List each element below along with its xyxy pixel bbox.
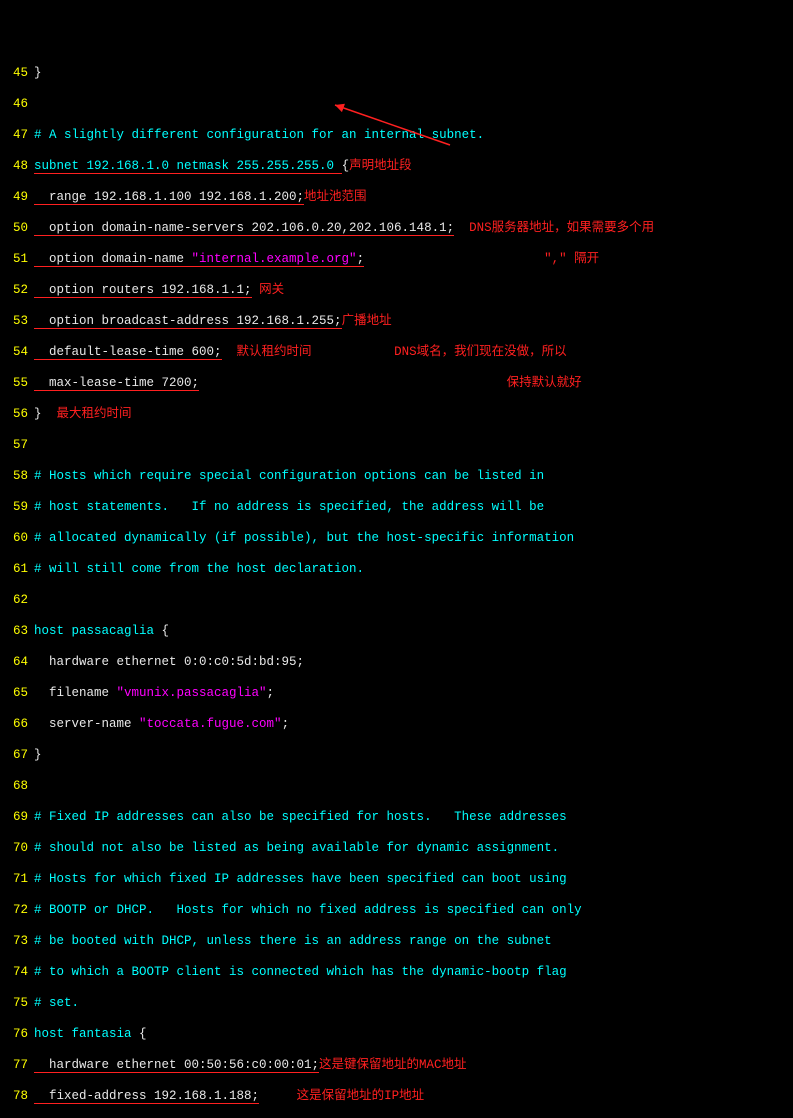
code-line: 50 option domain-name-servers 202.106.0.… bbox=[6, 221, 787, 237]
line-number: 62 bbox=[6, 593, 28, 609]
line-number: 68 bbox=[6, 779, 28, 795]
line-number: 49 bbox=[6, 190, 28, 206]
line-number: 50 bbox=[6, 221, 28, 237]
line-number: 64 bbox=[6, 655, 28, 671]
comment: # Hosts for which fixed IP addresses hav… bbox=[34, 872, 567, 886]
line-number: 51 bbox=[6, 252, 28, 268]
comment: # should not also be listed as being ava… bbox=[34, 841, 559, 855]
annotation: 这是键保留地址的MAC地址 bbox=[319, 1058, 467, 1072]
comment: # allocated dynamically (if possible), b… bbox=[34, 531, 574, 545]
comment: # to which a BOOTP client is connected w… bbox=[34, 965, 567, 979]
code-line: 56} 最大租约时间 bbox=[6, 407, 787, 423]
annotation: "," 隔开 bbox=[544, 252, 599, 266]
line-number: 45 bbox=[6, 66, 28, 82]
annotation: 网关 bbox=[259, 283, 284, 297]
comment: # A slightly different configuration for… bbox=[34, 128, 484, 142]
annotation: 保持默认就好 bbox=[507, 376, 582, 390]
code-line: 65 filename "vmunix.passacaglia"; bbox=[6, 686, 787, 702]
line-number: 59 bbox=[6, 500, 28, 516]
code-line: 66 server-name "toccata.fugue.com"; bbox=[6, 717, 787, 733]
comment: # host statements. If no address is spec… bbox=[34, 500, 544, 514]
code-line: 60 # allocated dynamically (if possible),… bbox=[6, 531, 787, 547]
line-number: 76 bbox=[6, 1027, 28, 1043]
line-number: 61 bbox=[6, 562, 28, 578]
code-line: 58 # Hosts which require special configur… bbox=[6, 469, 787, 485]
line-number: 58 bbox=[6, 469, 28, 485]
annotation: 默认租约时间 bbox=[237, 345, 312, 359]
code-line: 76host fantasia { bbox=[6, 1027, 787, 1043]
code-line: 57 bbox=[6, 438, 787, 454]
code-line: 78 fixed-address 192.168.1.188; 这是保留地址的I… bbox=[6, 1089, 787, 1105]
code-line: 52 option routers 192.168.1.1; 网关 bbox=[6, 283, 787, 299]
annotation: 广播地址 bbox=[342, 314, 392, 328]
line-number: 73 bbox=[6, 934, 28, 950]
code-line: 48subnet 192.168.1.0 netmask 255.255.255… bbox=[6, 159, 787, 175]
line-number: 60 bbox=[6, 531, 28, 547]
line-number: 52 bbox=[6, 283, 28, 299]
code-line: 73 # be booted with DHCP, unless there is… bbox=[6, 934, 787, 950]
code-line: 45} bbox=[6, 66, 787, 82]
code-line: 55 max-lease-time 7200; 保持默认就好 bbox=[6, 376, 787, 392]
code-line: 49 range 192.168.1.100 192.168.1.200;地址池… bbox=[6, 190, 787, 206]
line-number: 74 bbox=[6, 965, 28, 981]
code-line: 72 # BOOTP or DHCP. Hosts for which no fi… bbox=[6, 903, 787, 919]
annotation: 这是保留地址的IP地址 bbox=[297, 1089, 425, 1103]
line-number: 57 bbox=[6, 438, 28, 454]
code-line: 53 option broadcast-address 192.168.1.25… bbox=[6, 314, 787, 330]
code-line: 75 # set. bbox=[6, 996, 787, 1012]
code-line: 46 bbox=[6, 97, 787, 113]
code-line: 64 hardware ethernet 0:0:c0:5d:bd:95; bbox=[6, 655, 787, 671]
code-line: 74 # to which a BOOTP client is connected… bbox=[6, 965, 787, 981]
code-line: 71 # Hosts for which fixed IP addresses h… bbox=[6, 872, 787, 888]
line-number: 77 bbox=[6, 1058, 28, 1074]
annotation: DNS域名，我们现在没做，所以 bbox=[394, 345, 567, 359]
line-number: 67 bbox=[6, 748, 28, 764]
code-line: 51 option domain-name "internal.example.… bbox=[6, 252, 787, 268]
line-number: 70 bbox=[6, 841, 28, 857]
comment: # will still come from the host declarat… bbox=[34, 562, 364, 576]
code-line: 67} bbox=[6, 748, 787, 764]
comment: # be booted with DHCP, unless there is a… bbox=[34, 934, 552, 948]
line-number: 46 bbox=[6, 97, 28, 113]
annotation: 最大租约时间 bbox=[57, 407, 132, 421]
line-number: 78 bbox=[6, 1089, 28, 1105]
code-line: 77 hardware ethernet 00:50:56:c0:00:01;这… bbox=[6, 1058, 787, 1074]
code-line: 61 # will still come from the host declar… bbox=[6, 562, 787, 578]
code-line: 59 # host statements. If no address is sp… bbox=[6, 500, 787, 516]
line-number: 55 bbox=[6, 376, 28, 392]
comment: # BOOTP or DHCP. Hosts for which no fixe… bbox=[34, 903, 582, 917]
line-number: 69 bbox=[6, 810, 28, 826]
code-line: 62 bbox=[6, 593, 787, 609]
line-number: 72 bbox=[6, 903, 28, 919]
code-line: 70 # should not also be listed as being a… bbox=[6, 841, 787, 857]
code-line: 54 default-lease-time 600; 默认租约时间 DNS域名，… bbox=[6, 345, 787, 361]
line-number: 54 bbox=[6, 345, 28, 361]
code-line: 63host passacaglia { bbox=[6, 624, 787, 640]
line-number: 48 bbox=[6, 159, 28, 175]
annotation: DNS服务器地址，如果需要多个用 bbox=[469, 221, 654, 235]
code-line: 69 # Fixed IP addresses can also be speci… bbox=[6, 810, 787, 826]
line-number: 53 bbox=[6, 314, 28, 330]
comment: # Hosts which require special configurat… bbox=[34, 469, 544, 483]
code-line: 47 # A slightly different configuration f… bbox=[6, 128, 787, 144]
line-number: 75 bbox=[6, 996, 28, 1012]
comment: # Fixed IP addresses can also be specifi… bbox=[34, 810, 567, 824]
line-number: 47 bbox=[6, 128, 28, 144]
annotation: 地址池范围 bbox=[304, 190, 367, 204]
line-number: 63 bbox=[6, 624, 28, 640]
annotation: 声明地址段 bbox=[349, 159, 412, 173]
line-number: 66 bbox=[6, 717, 28, 733]
line-number: 56 bbox=[6, 407, 28, 423]
comment: # set. bbox=[34, 996, 79, 1010]
line-number: 65 bbox=[6, 686, 28, 702]
line-number: 71 bbox=[6, 872, 28, 888]
code-line: 68 bbox=[6, 779, 787, 795]
